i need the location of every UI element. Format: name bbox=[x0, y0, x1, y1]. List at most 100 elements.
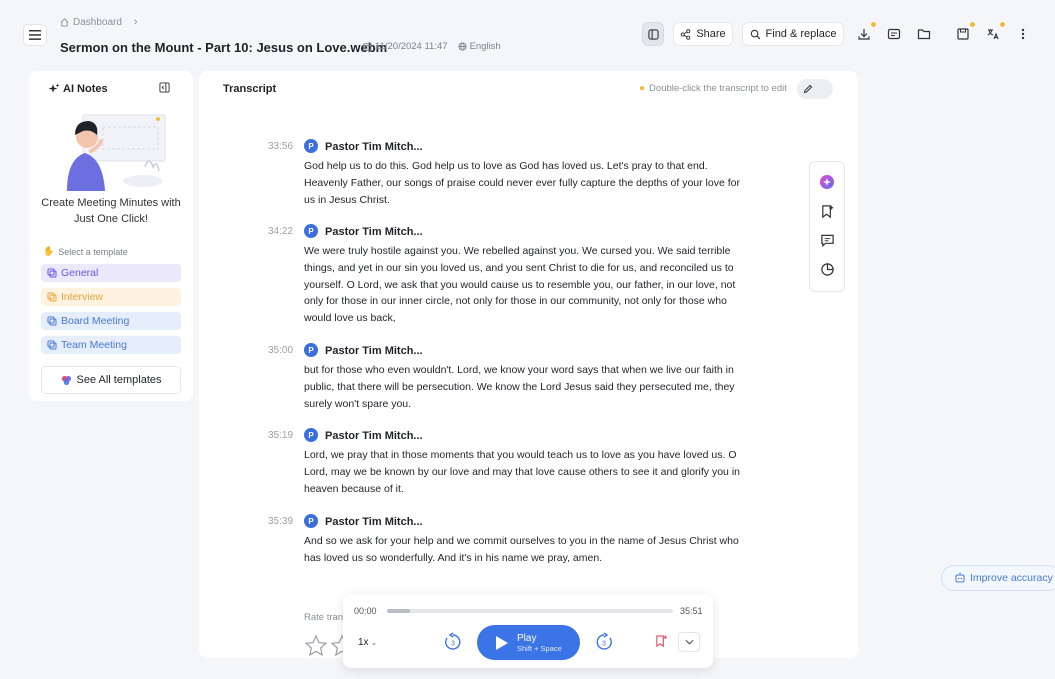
template-interview[interactable]: Interview bbox=[41, 288, 181, 306]
template-board-meeting[interactable]: Board Meeting bbox=[41, 312, 181, 330]
rewind-icon: 3 bbox=[445, 632, 461, 650]
bookmark-plus-icon bbox=[656, 635, 667, 648]
menu-button[interactable] bbox=[23, 24, 47, 46]
chevron-down-icon: ⌄ bbox=[370, 638, 378, 647]
share-label: Share bbox=[696, 28, 726, 40]
segment-text[interactable]: And so we ask for your help and we commi… bbox=[304, 533, 744, 567]
chevron-right-icon: › bbox=[133, 16, 138, 28]
badge-dot bbox=[969, 21, 976, 28]
ai-notes-title: AI Notes bbox=[48, 83, 108, 95]
segment-text[interactable]: but for those who even wouldn't. Lord, w… bbox=[304, 362, 744, 412]
ai-orb-icon bbox=[820, 174, 834, 189]
more-vertical-icon bbox=[1021, 28, 1025, 40]
transcript-panel: Transcript ● Double-click the transcript… bbox=[199, 71, 858, 658]
avatar: P bbox=[304, 428, 318, 442]
bookmark-button[interactable] bbox=[655, 634, 668, 651]
panel-icon bbox=[647, 28, 659, 40]
badge-dot bbox=[999, 21, 1006, 28]
player-more-button[interactable] bbox=[678, 632, 700, 652]
page-title: Sermon on the Mount - Part 10: Jesus on … bbox=[60, 40, 388, 55]
skip-forward-button[interactable]: 3 bbox=[594, 632, 614, 652]
template-icon bbox=[47, 340, 57, 350]
speaker-name[interactable]: Pastor Tim Mitch... bbox=[325, 430, 423, 442]
ai-assistant-button[interactable] bbox=[819, 174, 835, 193]
calendar-icon bbox=[363, 43, 372, 51]
speaker-name[interactable]: Pastor Tim Mitch... bbox=[325, 141, 423, 153]
template-icon bbox=[47, 316, 57, 326]
play-label: Play bbox=[517, 632, 537, 644]
subtitle-button[interactable] bbox=[884, 24, 904, 44]
speaker-name[interactable]: Pastor Tim Mitch... bbox=[325, 345, 423, 357]
play-button[interactable]: Play Shift + Space bbox=[477, 625, 580, 660]
seek-progress bbox=[387, 609, 410, 613]
improve-accuracy-button[interactable]: Improve accuracy bbox=[941, 565, 1055, 591]
avatar: P bbox=[304, 343, 318, 357]
caption-icon bbox=[887, 28, 901, 40]
file-meta: 11/20/2024 11:47 English bbox=[363, 41, 501, 52]
segment-timestamp[interactable]: 33:56 bbox=[268, 141, 293, 152]
bookmark-plus-icon bbox=[821, 204, 833, 218]
edit-hint: ● Double-click the transcript to edit bbox=[639, 83, 787, 94]
template-general[interactable]: General bbox=[41, 264, 181, 282]
file-language: English bbox=[469, 41, 501, 52]
star-icon[interactable] bbox=[304, 634, 328, 658]
pie-chart-icon bbox=[820, 262, 834, 276]
download-icon bbox=[858, 29, 870, 40]
find-replace-button[interactable]: Find & replace bbox=[742, 22, 844, 46]
breadcrumb-dashboard[interactable]: Dashboard bbox=[73, 17, 122, 28]
play-shortcut: Shift + Space bbox=[517, 643, 562, 653]
svg-text:3: 3 bbox=[602, 641, 606, 648]
play-icon bbox=[496, 635, 508, 650]
skip-back-button[interactable]: 3 bbox=[443, 632, 463, 652]
template-label: ✋ Select a template bbox=[43, 246, 128, 257]
hand-icon: ✋ bbox=[43, 246, 55, 256]
save-icon bbox=[957, 28, 969, 40]
speaker-name[interactable]: Pastor Tim Mitch... bbox=[325, 516, 423, 528]
bookmark-add-button[interactable] bbox=[820, 204, 835, 222]
hamburger-icon bbox=[29, 30, 41, 40]
transcript-title: Transcript bbox=[223, 83, 277, 95]
current-time: 00:00 bbox=[354, 606, 377, 616]
accuracy-icon bbox=[955, 572, 965, 583]
sidebar-collapse-icon bbox=[159, 82, 170, 93]
ai-notes-panel: AI Notes Create Meeting Minutes with Jus… bbox=[29, 71, 193, 401]
segment-timestamp[interactable]: 34:22 bbox=[268, 226, 293, 237]
collapse-panel-button[interactable] bbox=[159, 82, 170, 96]
more-options-button[interactable] bbox=[1013, 24, 1033, 44]
home-icon bbox=[60, 17, 69, 27]
segment-text[interactable]: Lord, we pray that in those moments that… bbox=[304, 447, 744, 497]
layout-toggle-button[interactable] bbox=[642, 22, 664, 46]
lightbulb-icon: ● bbox=[639, 83, 646, 94]
translate-button[interactable] bbox=[983, 21, 1006, 44]
edit-toggle[interactable] bbox=[797, 79, 833, 99]
sparkle-icon bbox=[48, 83, 60, 93]
ai-notes-promo: Create Meeting Minutes with Just One Cli… bbox=[41, 197, 181, 225]
breadcrumb[interactable]: Dashboard › bbox=[60, 16, 138, 28]
statistics-button[interactable] bbox=[820, 262, 835, 280]
speaker-name[interactable]: Pastor Tim Mitch... bbox=[325, 226, 423, 238]
badge-dot bbox=[870, 21, 877, 28]
seek-bar[interactable] bbox=[387, 609, 673, 613]
total-time: 35:51 bbox=[680, 606, 703, 616]
svg-text:3: 3 bbox=[451, 641, 455, 648]
search-icon bbox=[750, 29, 760, 39]
share-button[interactable]: Share bbox=[673, 22, 733, 46]
segment-text[interactable]: We were truly hostile against you. We re… bbox=[304, 243, 744, 327]
avatar: P bbox=[304, 224, 318, 238]
segment-timestamp[interactable]: 35:39 bbox=[268, 516, 293, 527]
segment-timestamp[interactable]: 35:00 bbox=[268, 345, 293, 356]
side-toolbar bbox=[809, 161, 845, 292]
folder-button[interactable] bbox=[914, 24, 934, 44]
see-all-templates-button[interactable]: See All templates bbox=[41, 366, 181, 394]
save-button[interactable] bbox=[953, 21, 976, 44]
template-team-meeting[interactable]: Team Meeting bbox=[41, 336, 181, 354]
comment-button[interactable] bbox=[820, 233, 835, 251]
playback-speed-select[interactable]: 1x ⌄ bbox=[358, 637, 377, 648]
find-replace-label: Find & replace bbox=[765, 28, 837, 40]
export-button[interactable] bbox=[854, 21, 877, 44]
segment-timestamp[interactable]: 35:19 bbox=[268, 430, 293, 441]
segment-text[interactable]: God help us to do this. God help us to l… bbox=[304, 158, 744, 208]
translate-icon bbox=[987, 29, 999, 40]
globe-icon bbox=[458, 42, 467, 51]
template-icon bbox=[47, 292, 57, 302]
